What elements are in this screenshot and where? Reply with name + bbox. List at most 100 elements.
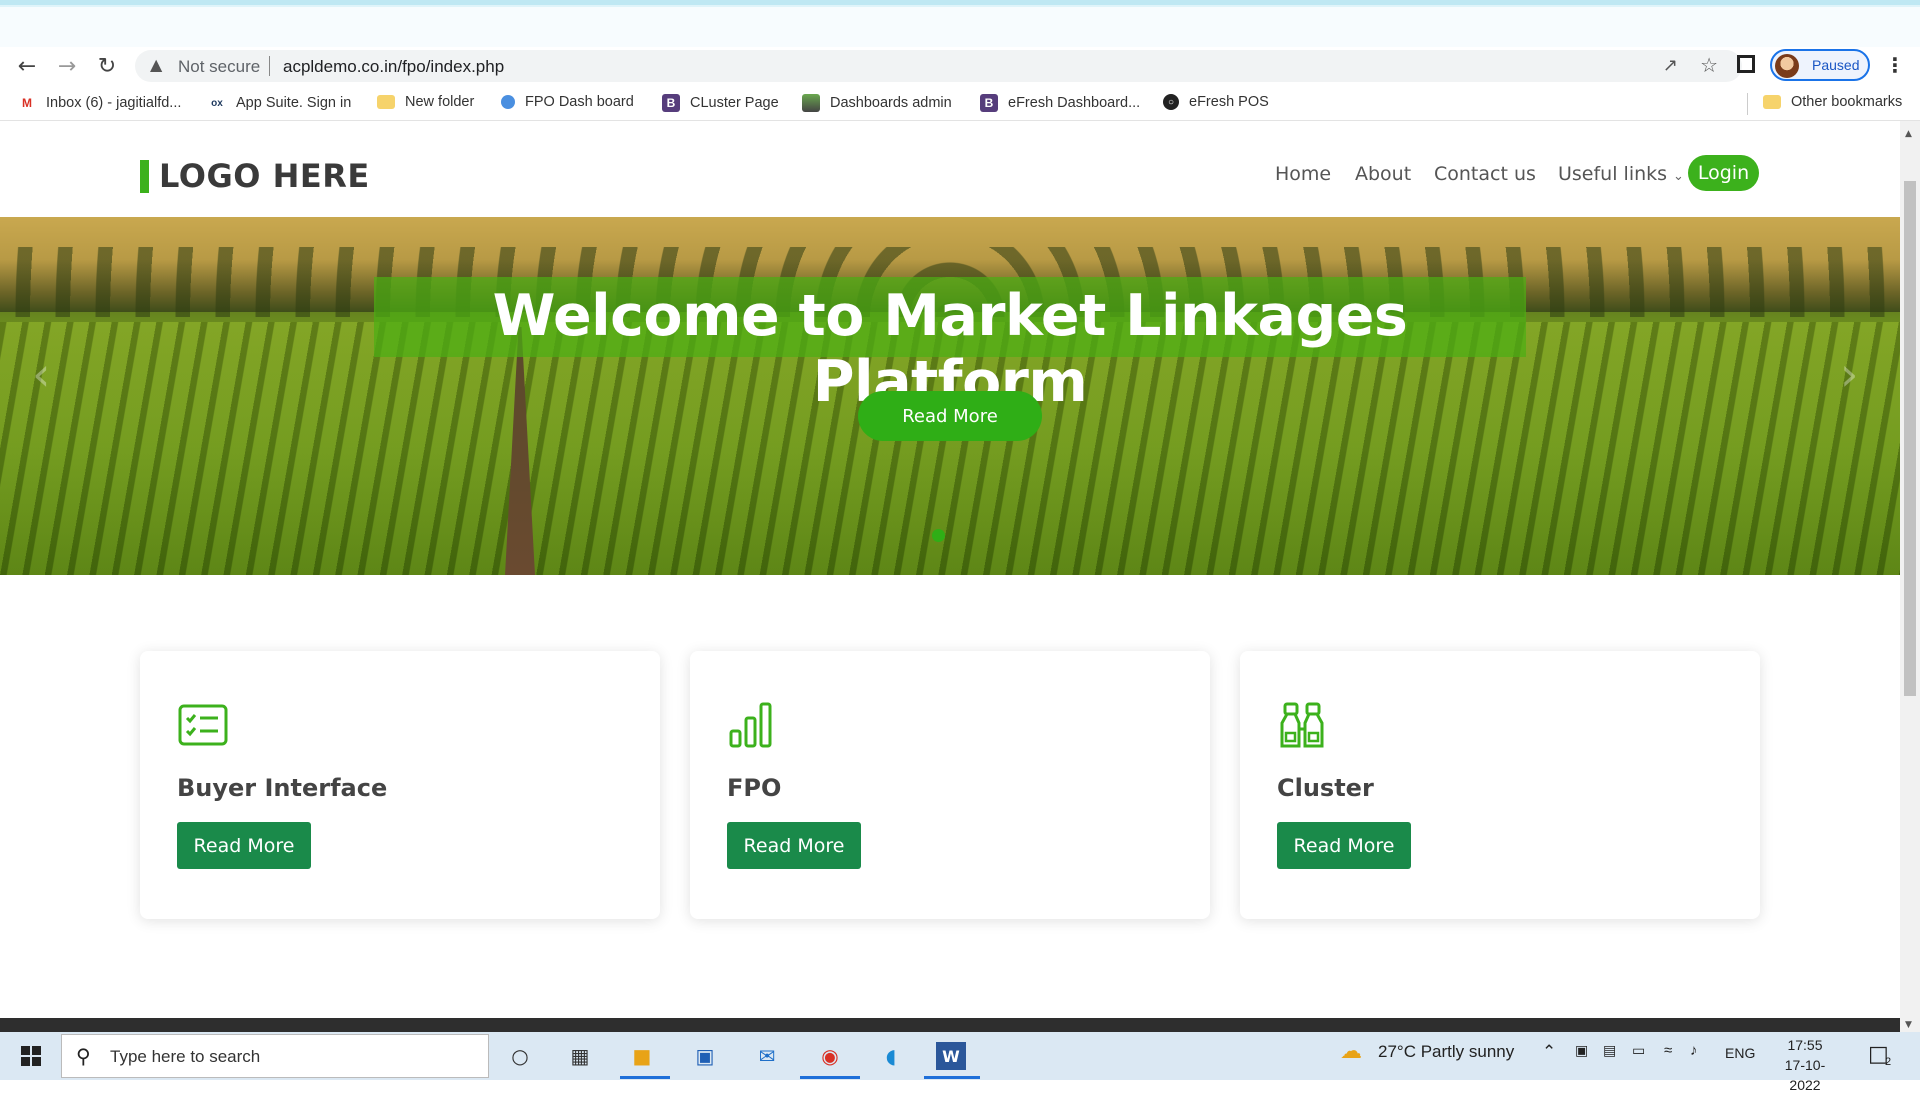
bookmarks-bar: M Inbox (6) - jagitialfd... ox App Suite… [0,85,1920,121]
active-indicator [620,1076,670,1079]
mail-icon[interactable]: ✉ [749,1038,785,1074]
profile-status: Paused [1812,57,1860,73]
buyer-read-more-button[interactable]: Read More [177,822,311,869]
volume-icon[interactable]: ♪ [1690,1042,1698,1059]
chrome-icon[interactable]: ◉ [812,1038,848,1074]
side-panel-icon[interactable] [1737,55,1755,73]
notification-count: 2 [1885,1056,1892,1068]
tab-area[interactable] [0,7,1920,47]
gmail-icon: M [22,96,32,110]
bookmark-label: Other bookmarks [1791,94,1903,110]
binoculars-icon [1280,702,1324,748]
weather-text[interactable]: 27°C Partly sunny [1378,1042,1514,1062]
checklist-icon [178,704,228,746]
tray-chevron-icon[interactable]: ⌃ [1542,1042,1556,1062]
bookmark-efresh-dashboard[interactable]: B eFresh Dashboard... [980,94,1140,112]
bookmark-new-folder[interactable]: New folder [377,94,474,110]
folder-icon [1763,95,1781,109]
site-header: LOGO HERE Home About Contact us Useful l… [0,121,1900,217]
weather-icon: ☁ [1340,1038,1362,1063]
clock[interactable]: 17:55 17-10-2022 [1770,1035,1840,1095]
store-icon[interactable]: ▣ [687,1038,723,1074]
scroll-down-icon[interactable]: ▼ [1905,1020,1912,1030]
bookmark-label: eFresh POS [1189,94,1269,110]
bookmark-dashboards-admin[interactable]: Dashboards admin [802,94,952,112]
meet-icon[interactable]: ▣ [1575,1042,1588,1059]
share-icon[interactable]: ↗ [1663,55,1678,76]
site-logo[interactable]: LOGO HERE [140,157,370,195]
language-indicator[interactable]: ENG [1725,1045,1755,1061]
bootstrap-icon: B [662,94,680,112]
bootstrap-icon: B [980,94,998,112]
carousel-prev-icon[interactable]: ‹ [32,347,50,401]
bookmark-app-suite[interactable]: ox App Suite. Sign in [208,94,351,112]
address-bar[interactable]: ▲ Not secure acpldemo.co.in/fpo/index.ph… [135,50,1742,82]
card-cluster: Cluster Read More [1240,651,1760,919]
bookmark-label: Dashboards admin [830,95,952,111]
hero-carousel: Welcome to Market Linkages Platform Read… [0,217,1900,575]
tab-strip [0,0,1920,47]
task-view-icon[interactable]: ▦ [562,1038,598,1074]
bookmark-star-icon[interactable]: ☆ [1700,53,1718,77]
reload-icon[interactable]: ↻ [92,51,122,81]
windows-taskbar: ⚲ Type here to search ○ ▦ ■ ▣ ✉ ◉ ◖ W ☁ … [0,1032,1920,1093]
card-title: FPO [727,774,782,802]
bookmark-label: FPO Dash board [525,94,634,110]
logo-bar [140,159,149,193]
clock-time: 17:55 [1787,1037,1823,1053]
file-explorer-icon[interactable]: ■ [624,1038,660,1074]
bookmark-inbox[interactable]: M Inbox (6) - jagitialfd... [18,94,181,112]
nav-useful-links[interactable]: Useful links ⌄ [1558,163,1684,185]
bookmark-label: eFresh Dashboard... [1008,95,1141,111]
image-icon [802,94,820,112]
bookmark-cluster-page[interactable]: B CLuster Page [662,94,779,112]
wifi-icon[interactable]: ≈ [1664,1042,1672,1059]
carousel-indicator[interactable] [932,529,945,542]
cluster-read-more-button[interactable]: Read More [1277,822,1411,869]
card-buyer-interface: Buyer Interface Read More [140,651,660,919]
edge-icon[interactable]: ◖ [873,1038,909,1074]
forward-icon[interactable]: → [52,51,82,81]
page-scrollbar[interactable]: ▲ ▼ [1900,121,1920,1032]
active-indicator [924,1076,980,1079]
bookmark-label: App Suite. Sign in [236,95,352,111]
browser-toolbar: ← → ↻ ▲ Not secure acpldemo.co.in/fpo/in… [0,47,1920,85]
card-fpo: FPO Read More [690,651,1210,919]
useful-links-label: Useful links [1558,163,1668,185]
scroll-up-icon[interactable]: ▲ [1905,129,1912,139]
not-secure-label[interactable]: Not secure [178,57,260,77]
back-icon[interactable]: ← [12,51,42,81]
nav-about[interactable]: About [1355,163,1411,185]
web-page: LOGO HERE Home About Contact us Useful l… [0,121,1900,1018]
carousel-next-icon[interactable]: › [1840,347,1858,401]
word-icon[interactable]: W [936,1042,966,1070]
hero-read-more-button[interactable]: Read More [858,391,1042,441]
nav-home[interactable]: Home [1275,163,1331,185]
avatar [1775,54,1799,78]
bookmark-other[interactable]: Other bookmarks [1763,94,1902,110]
bookmark-fpo-dashboard[interactable]: FPO Dash board [501,94,634,110]
display-icon[interactable]: ▤ [1603,1042,1616,1059]
card-title: Buyer Interface [177,774,388,802]
fpo-read-more-button[interactable]: Read More [727,822,861,869]
ox-icon: ox [211,97,223,109]
url-text[interactable]: acpldemo.co.in/fpo/index.php [283,57,504,77]
bookmark-label: Inbox (6) - jagitialfd... [46,95,182,111]
divider [1747,93,1748,115]
windows-start-icon[interactable] [21,1046,41,1066]
profile-button[interactable]: Paused [1770,49,1870,81]
card-title: Cluster [1277,774,1374,802]
chevron-down-icon: ⌄ [1673,169,1684,184]
cortana-icon[interactable]: ○ [502,1038,538,1074]
clock-date: 17-10-2022 [1784,1057,1826,1093]
footer-strip [0,1018,1900,1032]
divider [269,56,270,76]
battery-icon[interactable]: ▭ [1632,1042,1645,1059]
menu-kebab-icon[interactable]: ⋮ [1885,53,1905,77]
bar-chart-icon [729,702,772,748]
login-button[interactable]: Login [1688,155,1759,191]
nav-contact[interactable]: Contact us [1434,163,1536,185]
bookmark-efresh-pos[interactable]: ○ eFresh POS [1163,94,1269,110]
taskbar-search[interactable]: ⚲ Type here to search [61,1034,489,1078]
scrollbar-thumb[interactable] [1904,181,1916,696]
